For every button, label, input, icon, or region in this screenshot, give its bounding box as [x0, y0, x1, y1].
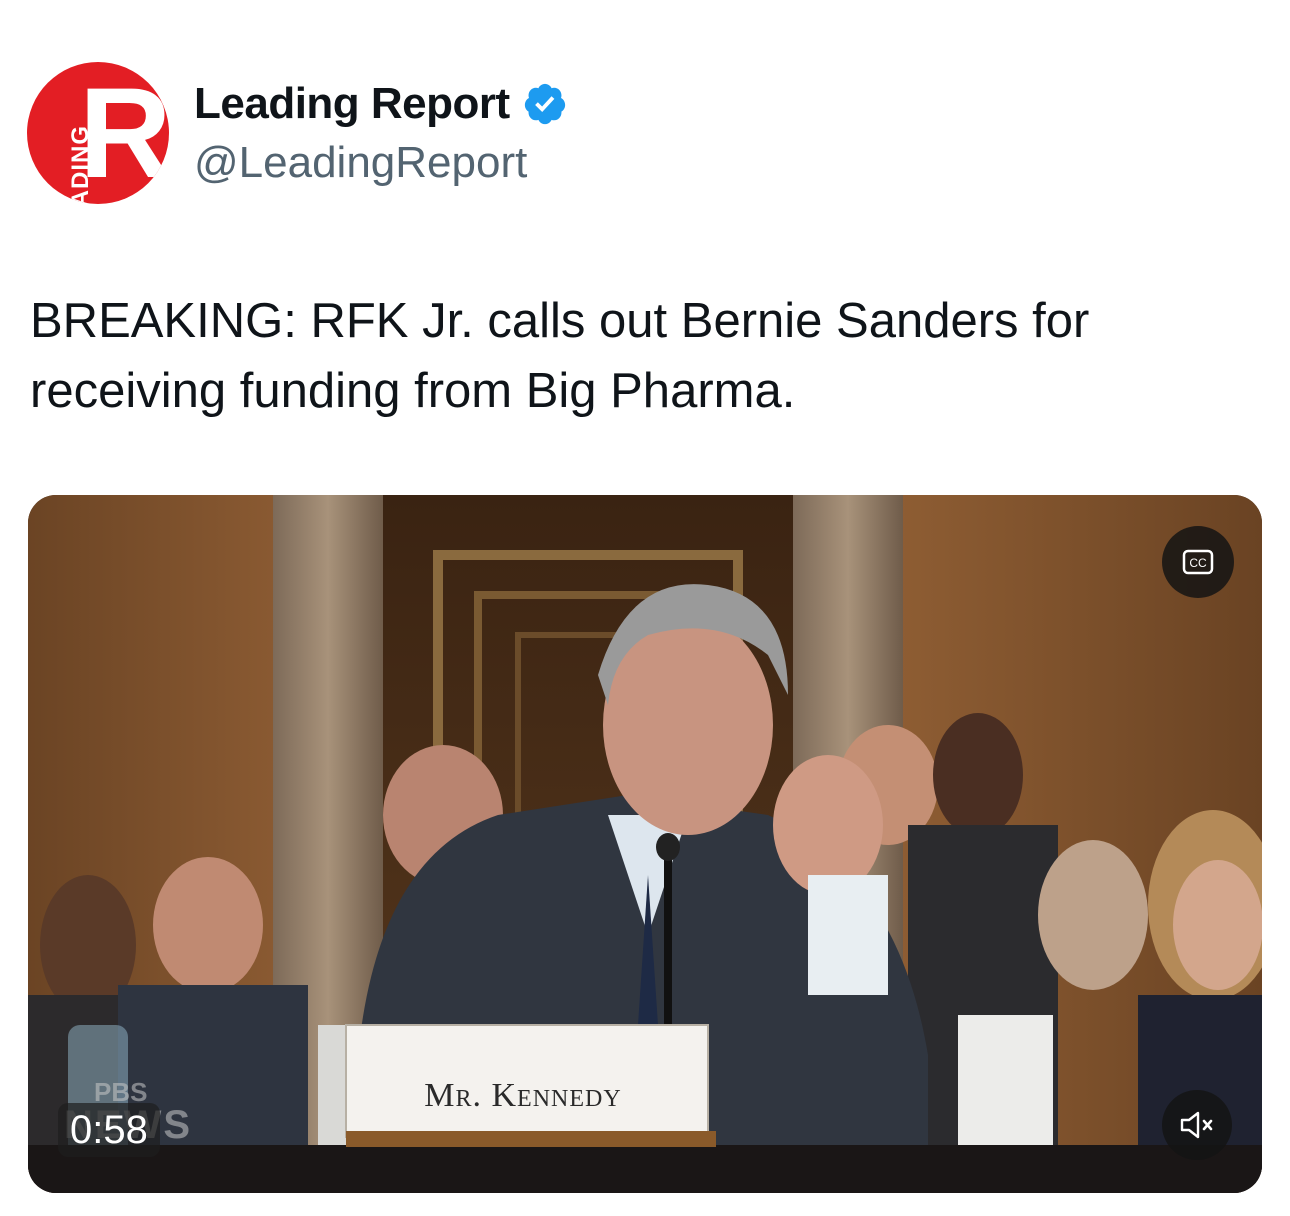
display-name[interactable]: Leading Report	[194, 79, 510, 129]
cc-label: CC	[1189, 556, 1207, 570]
tweet-card: R LEADING Leading Report @LeadingReport …	[0, 0, 1290, 1216]
author-name-row: Leading Report	[194, 76, 568, 132]
video-player[interactable]: Mr. Kennedy PBS NEWS 0:58 CC	[28, 495, 1262, 1193]
watermark-top: PBS	[94, 1077, 148, 1107]
tweet-text: BREAKING: RFK Jr. calls out Bernie Sande…	[30, 294, 1090, 418]
nameplate-label: Mr. Kennedy	[424, 1077, 622, 1114]
video-duration-badge: 0:58	[58, 1103, 160, 1157]
mute-toggle-button[interactable]	[1162, 1090, 1232, 1160]
closed-captions-icon: CC	[1182, 549, 1214, 575]
avatar-logo-word: LEADING	[67, 125, 94, 204]
user-handle[interactable]: @LeadingReport	[194, 138, 527, 188]
closed-captions-button[interactable]: CC	[1162, 526, 1234, 598]
muted-speaker-icon	[1180, 1111, 1213, 1139]
avatar[interactable]: R LEADING	[27, 62, 169, 204]
verified-badge-icon	[524, 83, 565, 125]
